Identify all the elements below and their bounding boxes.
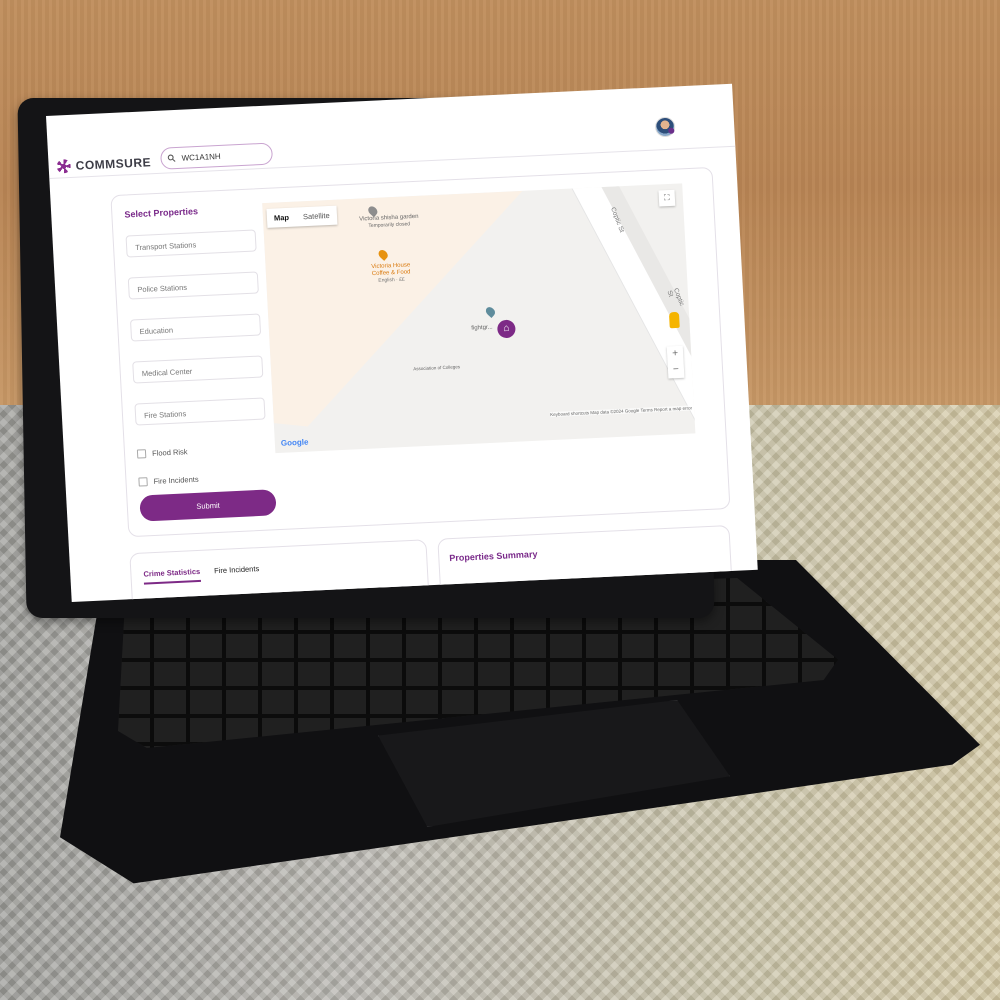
map-view[interactable]: Map Satellite ⛶ Victoria shisha garden T… [262,183,696,454]
zoom-controls: + − [666,345,685,379]
street-view-pegman-icon[interactable] [668,311,680,329]
panel-title: Select Properties [124,206,199,220]
brand-logo[interactable]: COMMSURE [56,155,152,174]
map-type-tabs: Map Satellite [266,205,338,228]
status-dot [668,127,675,134]
brand-name: COMMSURE [75,155,152,173]
search-box[interactable] [159,142,274,170]
poi-cafe-name: Victoria House Coffee & Food [371,262,411,278]
submit-button[interactable]: Submit [139,489,277,522]
tab-crime-statistics[interactable]: Crime Statistics [143,566,201,585]
field-education[interactable]: Education [129,313,262,342]
poi-association: Association of Colleges [413,364,461,372]
field-fire-stations[interactable]: Fire Stations [134,397,266,426]
map-attribution[interactable]: Keyboard shortcuts Map data ©2024 Google… [550,405,693,418]
zoom-in-button[interactable]: + [667,346,684,363]
property-home-icon[interactable]: ⌂ [496,319,516,339]
checkbox-label: Fire Incidents [153,474,199,486]
search-input[interactable] [179,148,264,164]
logo-icon [56,158,72,174]
zoom-out-button[interactable]: − [668,362,685,379]
field-transport-stations[interactable]: Transport Stations [125,229,257,258]
checkbox-box[interactable] [136,449,147,459]
field-medical-center[interactable]: Medical Center [132,355,264,384]
checkbox-label: Flood Risk [151,447,188,458]
app-screen: COMMSURE Select Properties Transport Sta… [46,83,758,603]
checkbox-box[interactable] [138,477,148,487]
fullscreen-icon[interactable]: ⛶ [658,189,676,207]
field-police-stations[interactable]: Police Stations [127,271,259,300]
tab-map[interactable]: Map [266,208,296,228]
stats-tabs: Crime Statistics Fire Incidents [143,564,260,585]
tab-satellite[interactable]: Satellite [295,206,337,227]
select-properties-panel: Select Properties Transport Stations Pol… [110,166,731,538]
place-pin-icon[interactable] [484,305,497,318]
summary-title: Properties Summary [449,549,538,564]
search-icon [167,154,176,162]
poi-nearby: fightgr... [471,324,493,332]
checkbox-fire-incidents[interactable]: Fire Incidents [138,475,199,487]
checkbox-flood-risk[interactable]: Flood Risk [136,447,188,459]
google-logo: Google [280,437,309,448]
tab-fire-incidents[interactable]: Fire Incidents [214,564,260,581]
